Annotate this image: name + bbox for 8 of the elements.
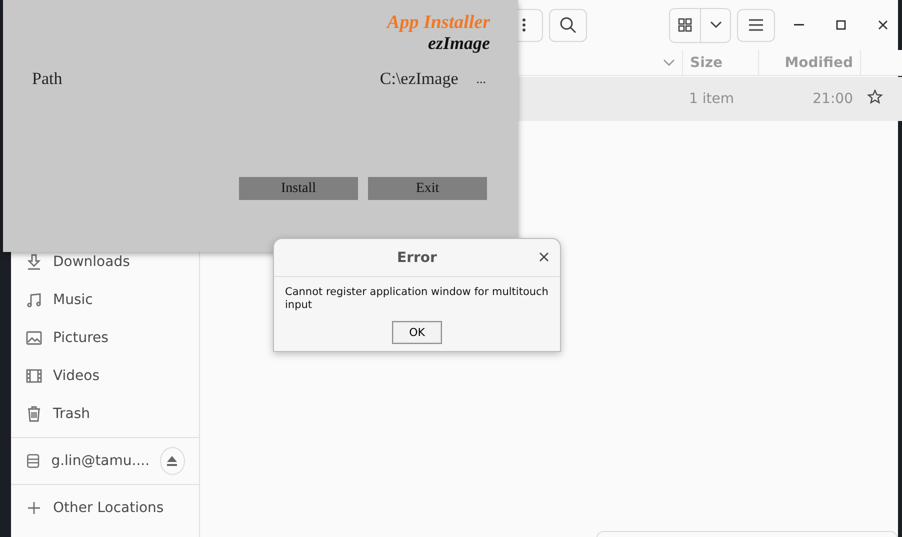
path-value: C:\ezImage (380, 69, 458, 89)
error-message: Cannot register application window for multitouch input (284, 285, 550, 312)
dialog-title: Error (397, 250, 437, 266)
path-label: Path (32, 69, 62, 89)
size-cell-text: 1 item (688, 91, 735, 107)
modified-cell-text: 21:00 (812, 91, 854, 107)
app-name: ezImage (428, 33, 490, 53)
app-title: App Installer (387, 12, 490, 33)
